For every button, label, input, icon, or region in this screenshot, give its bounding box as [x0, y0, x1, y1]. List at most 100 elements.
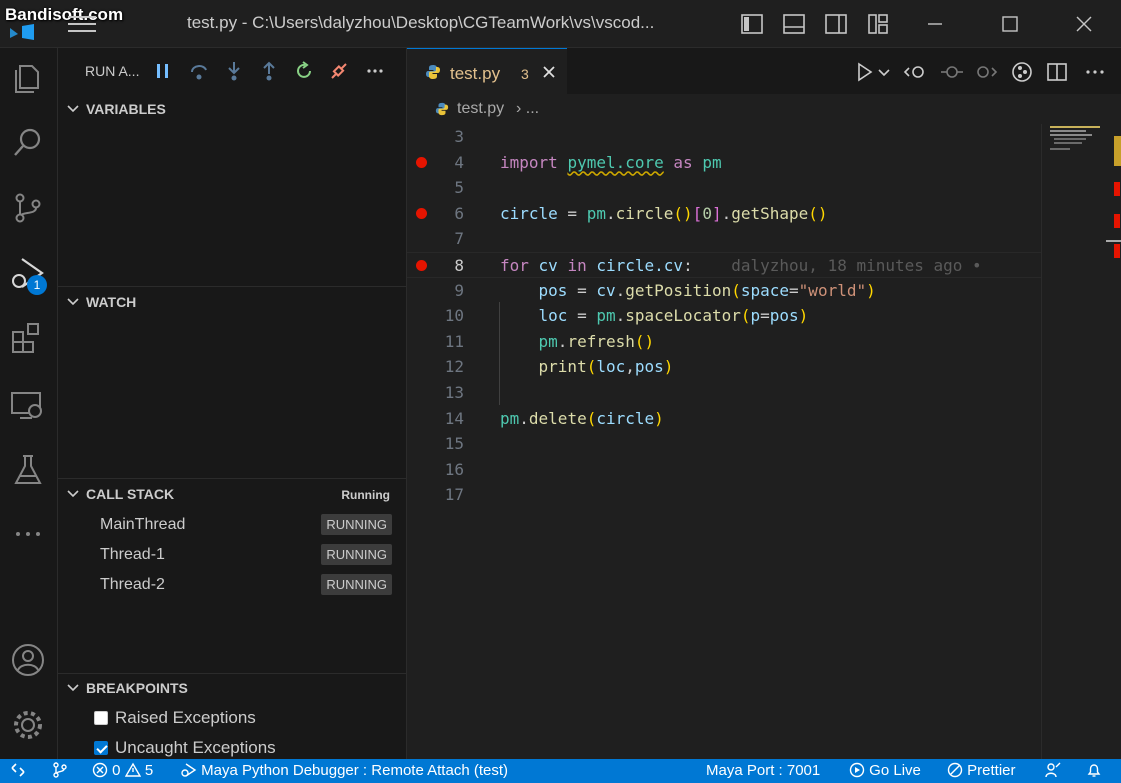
vscode-logo-icon	[10, 24, 34, 40]
code-line: 9 pos = cv.getPosition(space="world")	[454, 280, 876, 300]
toggle-secondary-sidebar-icon[interactable]	[824, 12, 848, 36]
problems-indicator[interactable]: 0 5	[92, 762, 153, 779]
breakpoint-option-label: Uncaught Exceptions	[115, 738, 276, 757]
tab-test-py[interactable]: test.py 3	[407, 48, 567, 95]
python-file-icon	[435, 102, 449, 116]
go-live-button[interactable]: Go Live	[849, 762, 921, 779]
minimize-icon[interactable]	[923, 12, 947, 36]
variables-title: VARIABLES	[86, 101, 166, 117]
more-actions-icon[interactable]	[364, 60, 386, 82]
overview-ruler-warning	[1114, 136, 1121, 166]
extensions-icon[interactable]	[8, 318, 48, 358]
breadcrumb-file[interactable]: test.py	[457, 100, 504, 118]
breakpoint-option[interactable]: Uncaught Exceptions	[58, 734, 407, 762]
current-code-line: 8 for cv in circle.cv: dalyzhou, 18 minu…	[407, 252, 1041, 278]
chevron-down-icon	[67, 684, 79, 692]
breadcrumb: test.py › ...	[407, 94, 1121, 124]
close-window-icon[interactable]	[1072, 12, 1096, 36]
pause-icon[interactable]	[152, 60, 174, 82]
testing-icon[interactable]	[8, 450, 48, 490]
explorer-icon[interactable]	[8, 58, 48, 98]
call-stack-title: CALL STACK	[86, 486, 175, 502]
call-stack-state: Running	[341, 488, 390, 502]
window-title: test.py - C:\Users\dalyzhou\Desktop\CGTe…	[187, 13, 655, 32]
git-lens-icon[interactable]	[1010, 60, 1034, 84]
chevron-down-icon	[67, 105, 79, 113]
thread-state-badge: RUNNING	[321, 514, 392, 535]
feedback-icon[interactable]	[1045, 762, 1061, 779]
split-editor-icon[interactable]	[1045, 60, 1069, 84]
minimap[interactable]	[1041, 124, 1121, 759]
toggle-primary-sidebar-icon[interactable]	[740, 12, 764, 36]
broadcast-icon	[849, 762, 865, 778]
thread-state-badge: RUNNING	[321, 574, 392, 595]
code-line: 4 import pymel.core as pm	[407, 150, 1041, 176]
debug-sidebar: RUN A... VARIABLES WATCH CALL STACK Runn…	[58, 48, 407, 759]
step-out-icon[interactable]	[258, 60, 280, 82]
watermark: Bandisoft.com	[5, 5, 124, 24]
timeline-icon[interactable]	[940, 60, 964, 84]
warning-icon	[124, 762, 141, 777]
disconnect-icon[interactable]	[328, 60, 350, 82]
status-bar: 0 5 Maya Python Debugger : Remote Attach…	[0, 759, 1121, 783]
code-editor[interactable]: 3 4 import pymel.core as pm 5 6 circle =…	[407, 124, 1041, 759]
watch-section-header[interactable]: WATCH	[58, 289, 407, 315]
open-changes-previous-icon[interactable]	[903, 60, 927, 84]
restart-icon[interactable]	[293, 60, 315, 82]
variables-section-header[interactable]: VARIABLES	[58, 96, 407, 122]
thread-name: Thread-1	[100, 546, 165, 563]
step-over-icon[interactable]	[188, 60, 210, 82]
section-divider	[58, 286, 407, 287]
maximize-icon[interactable]	[998, 12, 1022, 36]
section-divider	[58, 478, 407, 479]
remote-indicator-icon[interactable]	[10, 762, 26, 779]
thread-item[interactable]: MainThread RUNNING	[58, 510, 407, 540]
close-icon[interactable]	[541, 64, 557, 80]
run-python-file-icon[interactable]	[853, 60, 877, 84]
source-control-icon[interactable]	[8, 188, 48, 228]
prettier-status[interactable]: Prettier	[947, 762, 1016, 779]
more-actions-icon[interactable]	[1083, 60, 1107, 84]
overview-ruler-breakpoint	[1114, 182, 1120, 196]
more-icon[interactable]	[8, 514, 48, 554]
code-line: 3	[454, 127, 464, 146]
step-into-icon[interactable]	[223, 60, 245, 82]
code-line: 5	[454, 178, 464, 198]
breakpoint-option[interactable]: Raised Exceptions	[58, 704, 407, 732]
error-icon	[92, 762, 108, 778]
remote-explorer-icon[interactable]	[8, 385, 48, 425]
thread-item[interactable]: Thread-2 RUNNING	[58, 570, 407, 600]
call-stack-section-header[interactable]: CALL STACK Running	[58, 481, 407, 507]
breakpoint-option-label: Raised Exceptions	[115, 708, 256, 727]
code-line: 11 pm.refresh()	[444, 331, 655, 351]
code-line: 13	[444, 383, 464, 402]
breakpoints-section-header[interactable]: BREAKPOINTS	[58, 675, 407, 701]
thread-item[interactable]: Thread-1 RUNNING	[58, 540, 407, 570]
thread-name: MainThread	[100, 516, 186, 533]
search-icon[interactable]	[8, 123, 48, 163]
breadcrumb-more[interactable]: › ...	[516, 100, 539, 118]
thread-state-badge: RUNNING	[321, 544, 392, 565]
settings-gear-icon[interactable]	[8, 705, 48, 745]
code-line: 6 circle = pm.circle()[0].getShape()	[407, 201, 1041, 227]
debug-configuration[interactable]: Maya Python Debugger : Remote Attach (te…	[181, 762, 508, 779]
chevron-down-icon[interactable]	[877, 60, 891, 84]
accounts-icon[interactable]	[8, 640, 48, 680]
open-changes-next-icon[interactable]	[974, 60, 998, 84]
breakpoints-title: BREAKPOINTS	[86, 680, 188, 696]
raised-exceptions-checkbox[interactable]	[94, 711, 108, 725]
menu-icon[interactable]	[68, 16, 96, 34]
customize-layout-icon[interactable]	[866, 12, 890, 36]
toggle-panel-icon[interactable]	[782, 12, 806, 36]
debug-badge: 1	[27, 275, 47, 295]
uncaught-exceptions-checkbox[interactable]	[94, 741, 108, 755]
source-control-branch-icon[interactable]	[52, 762, 68, 779]
code-line: 15	[444, 434, 464, 454]
overview-ruler-cursor	[1106, 240, 1121, 242]
minimap-line	[1050, 130, 1086, 132]
maya-port[interactable]: Maya Port : 7001	[706, 762, 820, 779]
python-file-icon	[426, 65, 440, 79]
activity-bar: 1	[0, 48, 58, 759]
minimap-line	[1054, 142, 1082, 144]
notifications-bell-icon[interactable]	[1086, 762, 1102, 779]
